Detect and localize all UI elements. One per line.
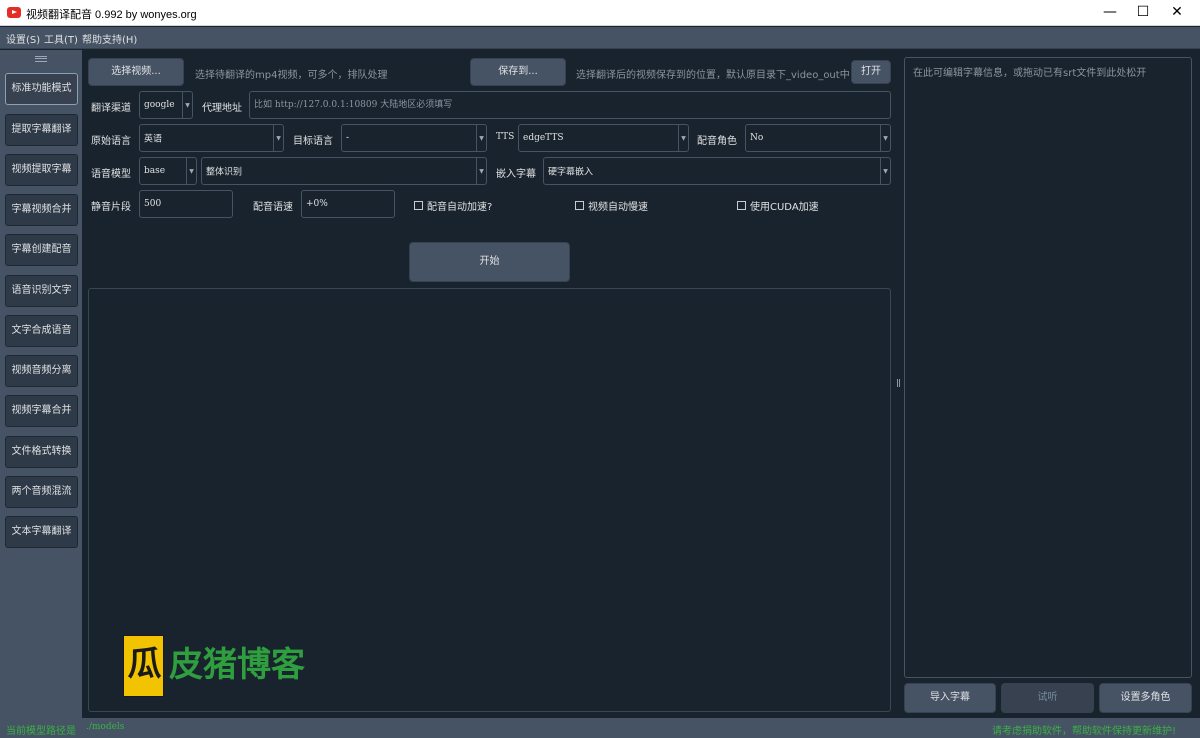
sidebar-item-video-extract-subtitle[interactable]: 视频提取字幕 <box>5 154 78 186</box>
chevron-down-icon: ▼ <box>182 92 192 118</box>
select-video-hint: 选择待翻译的mp4视频，可多个，排队处理 <box>195 70 388 81</box>
watermark-text: 皮猪博客 <box>169 645 305 685</box>
embed-subtitle-select[interactable]: 硬字幕嵌入 ▼ <box>543 157 891 185</box>
drag-handle-icon[interactable] <box>35 56 47 62</box>
translate-channel-label: 翻译渠道 <box>91 103 131 114</box>
target-language-label: 目标语言 <box>293 136 333 147</box>
source-language-value: 英语 <box>144 134 163 145</box>
checkbox-icon <box>737 201 746 210</box>
sidebar-item-subtitle-video-merge[interactable]: 字幕视频合并 <box>5 194 78 226</box>
recognition-mode-select[interactable]: 整体识别 ▼ <box>201 157 487 185</box>
model-path-label: 当前模型路径是 <box>6 726 76 737</box>
tts-select[interactable]: edgeTTS ▼ <box>518 124 689 152</box>
target-language-value: - <box>346 133 350 143</box>
voice-role-select[interactable]: No ▼ <box>745 124 891 152</box>
donate-link[interactable]: 请考虑捐助软件，帮助软件保持更新维护! <box>992 722 1176 737</box>
chevron-down-icon: ▼ <box>880 125 890 151</box>
sidebar-item-video-subtitle-merge[interactable]: 视频字幕合并 <box>5 395 78 427</box>
status-bar: 当前模型路径是 ./models 请考虑捐助软件，帮助软件保持更新维护! <box>0 718 1200 738</box>
voice-rate-input[interactable]: +0% <box>301 190 395 218</box>
video-slow-label: 视频自动慢速 <box>588 202 648 213</box>
listen-button[interactable]: 试听 <box>1001 683 1094 713</box>
menu-help[interactable]: 帮助支持(H) <box>82 31 137 46</box>
subtitle-editor[interactable]: 在此可编辑字幕信息，或拖动已有srt文件到此处松开 <box>904 57 1192 678</box>
menu-bar: 设置(S) 工具(T) 帮助支持(H) <box>0 27 1200 49</box>
embed-subtitle-value: 硬字幕嵌入 <box>548 167 594 178</box>
start-button[interactable]: 开始 <box>409 242 570 282</box>
proxy-input[interactable]: 比如 http://127.0.0.1:10809 大陆地区必须填写 <box>249 91 891 119</box>
checkbox-icon <box>575 201 584 210</box>
import-subtitle-button[interactable]: 导入字幕 <box>904 683 996 713</box>
watermark-logo: 瓜 皮猪博客 <box>123 634 333 698</box>
checkbox-icon <box>414 201 423 210</box>
source-language-select[interactable]: 英语 ▼ <box>139 124 284 152</box>
sidebar-item-text-to-speech[interactable]: 文字合成语音 <box>5 315 78 347</box>
sidebar-item-extract-translate[interactable]: 提取字幕翻译 <box>5 114 78 146</box>
embed-subtitle-label: 嵌入字幕 <box>496 169 536 180</box>
menu-tools[interactable]: 工具(T) <box>44 31 78 46</box>
title-bar: 视频翻译配音 0.992 by wonyes.org — ☐ ✕ <box>0 0 1200 26</box>
save-to-button[interactable]: 保存到... <box>470 58 566 86</box>
chevron-down-icon: ▼ <box>476 158 486 184</box>
multi-role-button[interactable]: 设置多角色 <box>1099 683 1192 713</box>
sidebar-item-format-convert[interactable]: 文件格式转换 <box>5 436 78 468</box>
video-slow-checkbox[interactable]: 视频自动慢速 <box>575 198 648 213</box>
silence-input[interactable]: 500 <box>139 190 233 218</box>
voice-rate-label: 配音语速 <box>253 202 293 213</box>
app-window: 视频翻译配音 0.992 by wonyes.org — ☐ ✕ 设置(S) 工… <box>0 0 1200 738</box>
translate-channel-select[interactable]: google ▼ <box>139 91 193 119</box>
open-folder-button[interactable]: 打开 <box>851 60 891 84</box>
sidebar-item-audio-mix[interactable]: 两个音频混流 <box>5 476 78 508</box>
youtube-play-icon <box>7 7 21 18</box>
melon-logo-icon: 瓜 <box>123 635 164 697</box>
chevron-down-icon: ▼ <box>880 158 890 184</box>
tts-label: TTS <box>496 132 515 142</box>
window-title: 视频翻译配音 0.992 by wonyes.org <box>26 9 197 21</box>
tts-value: edgeTTS <box>523 133 564 143</box>
menu-settings[interactable]: 设置(S) <box>6 31 40 46</box>
recognition-mode-value: 整体识别 <box>206 167 243 178</box>
sidebar-item-audio-separation[interactable]: 视频音频分离 <box>5 355 78 387</box>
source-language-label: 原始语言 <box>91 136 131 147</box>
sidebar-item-text-subtitle-translate[interactable]: 文本字幕翻译 <box>5 516 78 548</box>
subtitle-editor-placeholder: 在此可编辑字幕信息，或拖动已有srt文件到此处松开 <box>913 68 1147 79</box>
save-to-hint: 选择翻译后的视频保存到的位置，默认原目录下_video_out中 <box>576 70 850 81</box>
sidebar-item-speech-to-text[interactable]: 语音识别文字 <box>5 275 78 307</box>
model-path-value: ./models <box>86 722 125 732</box>
chevron-down-icon: ▼ <box>678 125 688 151</box>
voice-role-label: 配音角色 <box>697 136 737 147</box>
model-value: base <box>144 166 166 176</box>
cuda-checkbox[interactable]: 使用CUDA加速 <box>737 198 819 213</box>
silence-label: 静音片段 <box>91 202 131 213</box>
model-select[interactable]: base ▼ <box>139 157 197 185</box>
close-button[interactable]: ✕ <box>1154 0 1200 25</box>
auto-speed-label: 配音自动加速? <box>427 202 493 213</box>
auto-speed-checkbox[interactable]: 配音自动加速? <box>414 198 492 213</box>
voice-role-value: No <box>750 133 764 143</box>
chevron-down-icon: ▼ <box>476 125 486 151</box>
sidebar-item-standard-mode[interactable]: 标准功能模式 <box>5 73 78 105</box>
model-label: 语音模型 <box>91 169 131 180</box>
splitter-grip-icon <box>897 379 900 387</box>
target-language-select[interactable]: - ▼ <box>341 124 487 152</box>
proxy-placeholder: 比如 http://127.0.0.1:10809 大陆地区必须填写 <box>254 100 453 110</box>
chevron-down-icon: ▼ <box>273 125 283 151</box>
proxy-label: 代理地址 <box>202 103 242 114</box>
chevron-down-icon: ▼ <box>186 158 196 184</box>
select-video-button[interactable]: 选择视频... <box>88 58 184 86</box>
translate-channel-value: google <box>144 100 175 110</box>
cuda-label: 使用CUDA加速 <box>750 202 819 213</box>
sidebar-item-subtitle-dubbing[interactable]: 字幕创建配音 <box>5 234 78 266</box>
